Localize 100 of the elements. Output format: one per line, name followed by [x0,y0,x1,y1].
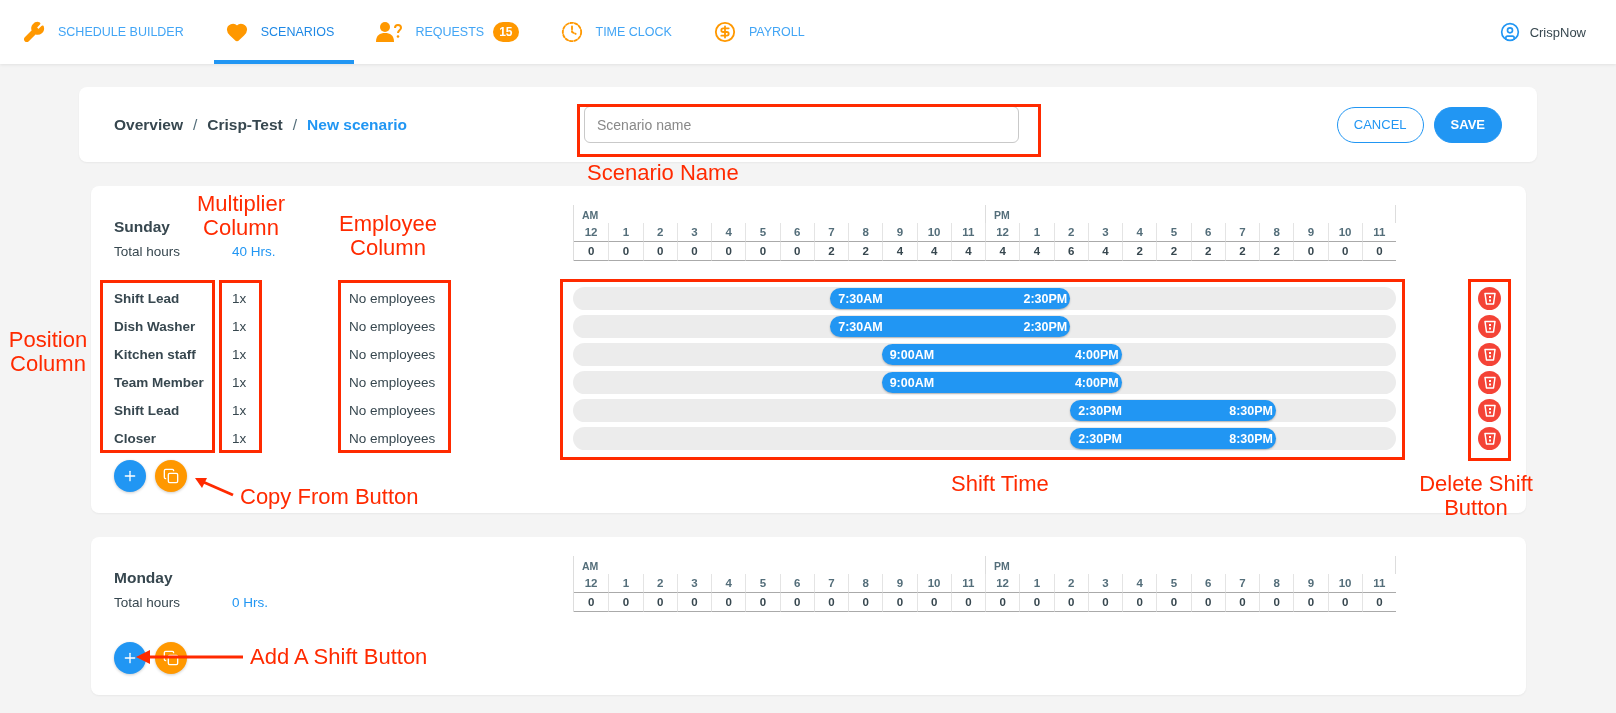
copy-from-button[interactable] [155,460,187,492]
delete-shift-button[interactable] [1478,399,1501,422]
cancel-button[interactable]: CANCEL [1336,106,1424,143]
trash-icon [1483,376,1496,389]
wrench-icon [23,21,45,43]
nav-tab[interactable]: REQUESTS 15 [364,0,539,64]
nav-tab-label: PAYROLL [748,25,805,39]
staff-count: 0 [1293,593,1328,612]
hour-label: 4 [1122,574,1157,593]
shift-end: 8:30PM [1229,403,1273,418]
hour-label: 8 [1259,223,1294,242]
staff-count: 0 [1122,593,1157,612]
hour-label: 3 [676,223,711,242]
hour-label: 12 [574,223,609,242]
hour-label: 7 [813,574,848,593]
staff-count: 0 [916,593,951,612]
staff-count: 0 [608,242,643,261]
breadcrumb-separator: / [192,115,198,134]
hour-label: 10 [1327,223,1362,242]
shift-bar[interactable]: 9:00AM 4:00PM [881,372,1122,393]
hour-label: 11 [1361,574,1396,593]
staff-count: 0 [574,242,609,261]
staff-count: 2 [848,242,883,261]
shift-end: 4:00PM [1074,347,1119,362]
delete-shift-button[interactable] [1478,315,1501,338]
hour-label: 9 [882,223,917,242]
shift-bar[interactable]: 7:30AM 2:30PM [830,288,1071,309]
staff-count: 4 [1019,242,1054,261]
staff-count: 4 [1087,242,1122,261]
hour-label: 12 [985,574,1020,593]
staff-count: 0 [1327,593,1362,612]
hour-label: 1 [1019,223,1054,242]
shift-bar[interactable]: 2:30PM 8:30PM [1070,400,1276,421]
delete-shift-button[interactable] [1478,343,1501,366]
hour-label: 11 [1361,223,1396,242]
scenario-name-field[interactable]: Scenario name [584,106,1019,143]
staff-count: 0 [608,593,643,612]
hour-label: 1 [608,223,643,242]
staff-count: 2 [1190,242,1225,261]
hour-label: 6 [1190,223,1225,242]
shift-bar[interactable]: 7:30AM 2:30PM [830,316,1071,337]
save-button[interactable]: SAVE [1433,106,1502,143]
hour-label: 10 [1327,574,1362,593]
employee-status: No employees [349,347,437,362]
staff-count: 0 [745,242,780,261]
annotation-label: Multiplier Column [196,192,286,240]
multiplier: 1x [232,319,248,334]
hour-label: 2 [1053,223,1088,242]
hour-label: 5 [1156,223,1191,242]
total-hours-value: 0 Hrs. [232,595,268,610]
staff-count: 0 [1293,242,1328,261]
hour-label: 12 [574,574,609,593]
annotation-label: Shift Time [951,472,1049,496]
hour-label: 7 [1224,223,1259,242]
staff-count: 0 [574,593,609,612]
staff-count: 0 [1053,593,1088,612]
hour-label: 8 [848,574,883,593]
person-question-icon [376,21,403,43]
hour-label: 12 [985,223,1020,242]
position-name: Dish Washer [114,319,197,334]
user-name[interactable]: CrispNow [1529,24,1586,40]
annotation-label: Position Column [7,328,89,376]
delete-shift-button[interactable] [1478,287,1501,310]
staff-count: 4 [985,242,1020,261]
add-shift-button[interactable] [114,642,146,674]
nav-tab[interactable]: SCENARIOS [213,0,355,64]
staff-count: 4 [882,242,917,261]
user-icon[interactable] [1499,22,1520,42]
multiplier: 1x [232,347,248,362]
multiplier: 1x [232,375,248,390]
breadcrumb-item: New scenario [307,115,407,134]
staff-count: 0 [745,593,780,612]
staff-count: 0 [1259,593,1294,612]
shift-bar[interactable]: 9:00AM 4:00PM [881,344,1122,365]
nav-tab-label: SCENARIOS [260,25,335,39]
nav-tab[interactable]: TIME CLOCK [548,0,692,64]
staff-count: 0 [1361,242,1396,261]
staff-count: 0 [1190,593,1225,612]
nav-tab[interactable]: PAYROLL [701,0,825,64]
hour-label: 10 [916,223,951,242]
shift-start: 2:30PM [1078,403,1122,418]
hour-label: 1 [608,574,643,593]
copy-icon [163,650,179,666]
annotation-label: Scenario Name [587,161,739,185]
breadcrumb-item[interactable]: Crisp-Test [207,115,283,134]
delete-shift-button[interactable] [1478,371,1501,394]
delete-shift-button[interactable] [1478,427,1501,450]
annotation-arrow [195,478,234,497]
nav-tab[interactable]: SCHEDULE BUILDER [11,0,204,64]
shift-start: 7:30AM [838,319,883,334]
shift-end: 2:30PM [1023,319,1068,334]
staff-count: 0 [676,242,711,261]
breadcrumb-item[interactable]: Overview [114,115,183,134]
staff-count: 0 [950,593,985,612]
pm-label: PM [994,209,1010,221]
staff-count: 0 [882,593,917,612]
add-shift-button[interactable] [114,460,146,492]
staff-count: 0 [1361,593,1396,612]
shift-bar[interactable]: 2:30PM 8:30PM [1070,428,1276,449]
hour-label: 6 [779,574,814,593]
